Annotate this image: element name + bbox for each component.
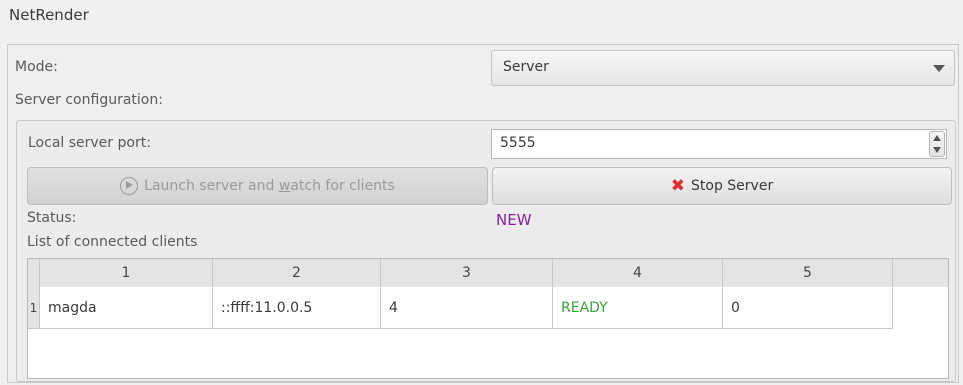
mode-select-value: Server [503,59,549,75]
launch-server-button[interactable]: Launch server and watch for clients [27,167,488,205]
clients-table[interactable]: 1 2 3 4 5 1 magda ::ffff:11.0.0.5 4 READ… [27,258,949,379]
column-header[interactable]: 2 [213,259,381,287]
port-value: 5555 [500,135,536,151]
spin-up-icon [933,135,941,141]
column-header[interactable]: 4 [553,259,723,287]
play-circle-icon [120,177,139,195]
chevron-down-icon [933,65,945,72]
status-value: NEW [496,211,532,229]
table-cell[interactable]: READY [553,287,723,329]
spin-down-icon [933,147,941,153]
stop-server-label: Stop Server [691,178,774,194]
port-spinbox[interactable]: 5555 [491,129,947,159]
column-header[interactable]: 1 [40,259,213,287]
table-cell[interactable]: 4 [381,287,553,329]
column-header[interactable]: 5 [723,259,893,287]
port-label: Local server port: [28,135,151,151]
mode-label: Mode: [15,59,58,75]
title-bar: NetRender [0,0,963,38]
status-label: Status: [27,210,77,226]
window-title: NetRender [9,6,89,24]
stop-server-button[interactable]: ✖ Stop Server [492,167,952,205]
server-config-label: Server configuration: [15,92,163,108]
mode-select[interactable]: Server [491,50,955,86]
table-corner[interactable] [28,259,40,287]
red-x-icon: ✖ [670,175,686,196]
launch-server-label: Launch server and watch for clients [144,178,395,194]
table-cell[interactable]: magda [40,287,213,329]
column-header[interactable]: 3 [381,259,553,287]
row-header[interactable]: 1 [28,287,40,329]
table-cell[interactable]: ::ffff:11.0.0.5 [213,287,381,329]
table-cell[interactable]: 0 [723,287,893,329]
spinner-arrows-icon[interactable] [929,131,945,157]
clients-list-label: List of connected clients [27,234,198,250]
